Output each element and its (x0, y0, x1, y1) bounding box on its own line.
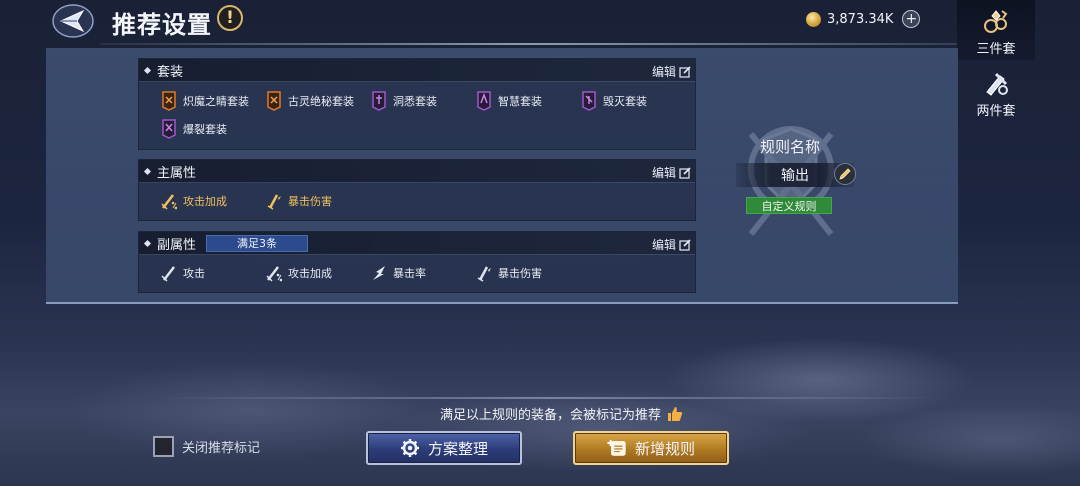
purple-set-icon (372, 91, 386, 111)
set-item-label: 洞悉套装 (393, 95, 437, 108)
section-header: 主属性 编辑 (139, 160, 695, 183)
diamond-bullet-icon (143, 239, 152, 247)
condition-badge: 满足3条 (206, 234, 309, 252)
attribute-item: 攻击加成 (161, 192, 227, 210)
crit-rate-icon (373, 266, 385, 280)
edit-icon (679, 65, 691, 78)
main-attribute-section: 主属性 编辑 攻击加成 暴击伤害 (138, 159, 696, 221)
sets-section: 套装 编辑 炽魔之睛套装 古灵绝秘套装 洞悉套装 智慧套装 毁灭套装 爆裂套装 (138, 58, 696, 150)
organize-plan-label: 方案整理 (427, 439, 488, 458)
attribute-item: 暴击伤害 (476, 264, 542, 282)
add-rule-label: 新增规则 (634, 439, 695, 458)
back-arrow-icon (52, 4, 94, 38)
edit-icon (679, 238, 691, 251)
gear-icon (400, 439, 419, 457)
diamond-bullet-icon (143, 167, 152, 175)
header-divider (100, 43, 960, 45)
attribute-item: 攻击加成 (266, 264, 332, 282)
section-title: 主属性 (157, 165, 197, 181)
purple-set-icon (162, 119, 176, 139)
attribute-label: 攻击 (183, 267, 205, 280)
edit-label: 编辑 (651, 238, 676, 252)
tab-label: 三件套 (976, 42, 1016, 57)
sword-icon (161, 266, 175, 282)
diamond-bullet-icon (143, 66, 152, 74)
tab-three-piece-set[interactable]: 三件套 (957, 0, 1035, 60)
section-title: 套装 (157, 64, 184, 80)
crit-damage-icon (267, 194, 281, 210)
set-item-label: 毁灭套装 (603, 95, 647, 108)
sword-percent-icon (266, 266, 282, 282)
purple-set-icon (477, 91, 491, 111)
info-icon[interactable]: ! (217, 5, 243, 31)
purple-set-icon (582, 91, 596, 111)
set-item-label: 炽魔之睛套装 (183, 95, 249, 108)
orange-set-icon (267, 91, 281, 111)
edit-main-attribute-button[interactable]: 编辑 (652, 164, 691, 181)
rename-rule-button[interactable] (834, 163, 856, 185)
pen-icon (839, 168, 851, 180)
rule-panel: 套装 编辑 炽魔之睛套装 古灵绝秘套装 洞悉套装 智慧套装 毁灭套装 爆裂套装 … (46, 48, 958, 304)
section-header: 套装 编辑 (139, 59, 695, 82)
edit-label: 编辑 (651, 65, 676, 79)
checkbox-label: 关闭推荐标记 (182, 441, 261, 456)
bottom-divider (160, 397, 940, 399)
tab-label: 两件套 (976, 104, 1016, 119)
disable-recommend-checkbox[interactable] (153, 436, 174, 457)
currency-value: 3,873.34K (827, 11, 894, 27)
notice-text: 满足以上规则的装备，会被标记为推荐 (440, 408, 662, 423)
set-item-label: 爆裂套装 (183, 123, 227, 136)
crit-damage-icon (477, 266, 491, 282)
add-currency-button[interactable]: + (902, 10, 921, 28)
thumbs-up-icon (668, 406, 683, 421)
custom-rule-badge: 自定义规则 (746, 197, 832, 214)
add-rule-button[interactable]: 新增规则 (573, 431, 729, 465)
two-piece-set-icon (986, 72, 1008, 96)
set-item[interactable]: 智慧套装 (476, 91, 542, 111)
edit-label: 编辑 (651, 166, 676, 180)
disable-recommend-toggle[interactable]: 关闭推荐标记 (153, 436, 260, 457)
set-item-label: 智慧套装 (498, 95, 542, 108)
page-title: 推荐设置 (112, 11, 212, 39)
orange-set-icon (162, 91, 176, 111)
attribute-label: 暴击伤害 (288, 195, 332, 208)
set-item[interactable]: 毁灭套装 (581, 91, 647, 111)
attribute-label: 攻击加成 (288, 267, 332, 280)
right-tab-bar: 三件套 两件套 (957, 0, 1080, 486)
gold-coin-icon (806, 11, 821, 27)
edit-icon (679, 166, 691, 179)
sword-percent-icon (161, 194, 177, 210)
set-item[interactable]: 洞悉套装 (371, 91, 437, 111)
attribute-label: 暴击率 (393, 267, 426, 280)
section-header: 副属性 满足3条 编辑 (139, 232, 695, 255)
attribute-label: 攻击加成 (183, 195, 227, 208)
attribute-item: 攻击 (161, 264, 205, 282)
add-note-icon (607, 439, 626, 456)
edit-sub-attribute-button[interactable]: 编辑 (652, 236, 691, 253)
rule-name-label: 规则名称 (760, 138, 821, 156)
currency-display: 3,873.34K + (806, 10, 921, 28)
three-piece-set-icon (984, 10, 1008, 33)
attribute-item: 暴击率 (371, 264, 426, 282)
cloud-background (0, 300, 1080, 486)
tab-two-piece-set[interactable]: 两件套 (957, 62, 1035, 122)
set-item[interactable]: 爆裂套装 (161, 119, 227, 139)
recommend-notice: 满足以上规则的装备，会被标记为推荐 (440, 404, 683, 423)
attribute-label: 暴击伤害 (498, 267, 542, 280)
sub-attribute-section: 副属性 满足3条 编辑 攻击 攻击加成 暴击率 暴击伤害 (138, 231, 696, 293)
attribute-item: 暴击伤害 (266, 192, 332, 210)
set-item[interactable]: 古灵绝秘套装 (266, 91, 354, 111)
header-bar: 推荐设置 ! 3,873.34K + (0, 0, 960, 45)
section-title: 副属性 (157, 237, 197, 253)
set-item[interactable]: 炽魔之睛套装 (161, 91, 249, 111)
edit-sets-button[interactable]: 编辑 (652, 63, 691, 80)
set-item-label: 古灵绝秘套装 (288, 95, 354, 108)
organize-plan-button[interactable]: 方案整理 (366, 431, 522, 465)
back-button[interactable] (48, 2, 96, 40)
